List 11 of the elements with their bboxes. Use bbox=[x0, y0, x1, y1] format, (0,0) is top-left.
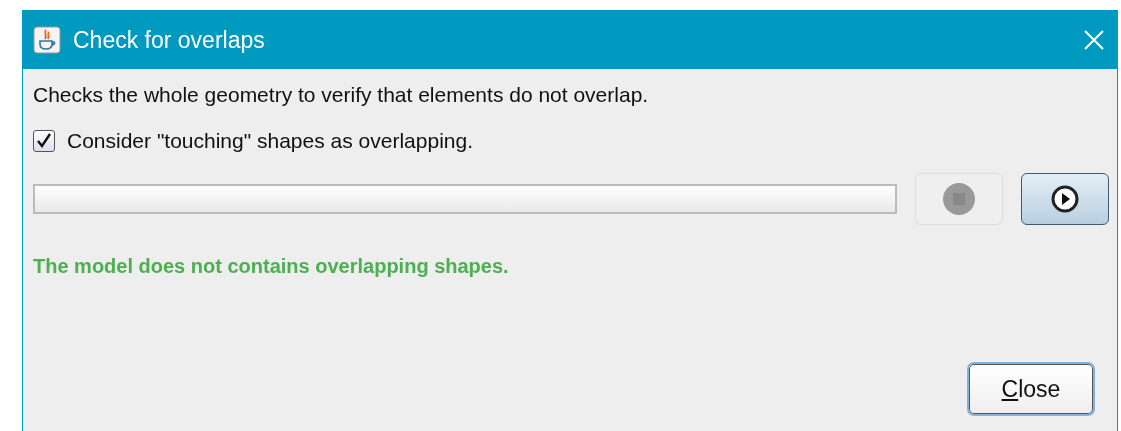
play-button[interactable] bbox=[1021, 173, 1109, 225]
close-button[interactable]: Close bbox=[967, 362, 1095, 416]
play-icon bbox=[1051, 185, 1080, 213]
close-icon[interactable] bbox=[1083, 29, 1105, 51]
coffee-cup-icon bbox=[33, 26, 61, 54]
status-message: The model does not contains overlapping shapes. bbox=[33, 255, 510, 278]
checkbox-label[interactable]: Consider "touching" shapes as overlapping. bbox=[67, 129, 473, 153]
window-title: Check for overlaps bbox=[73, 26, 266, 54]
checkbox[interactable] bbox=[33, 130, 55, 152]
stop-icon bbox=[942, 182, 977, 216]
description-text: Checks the whole geometry to verify that elements do not overlap. bbox=[33, 83, 650, 107]
